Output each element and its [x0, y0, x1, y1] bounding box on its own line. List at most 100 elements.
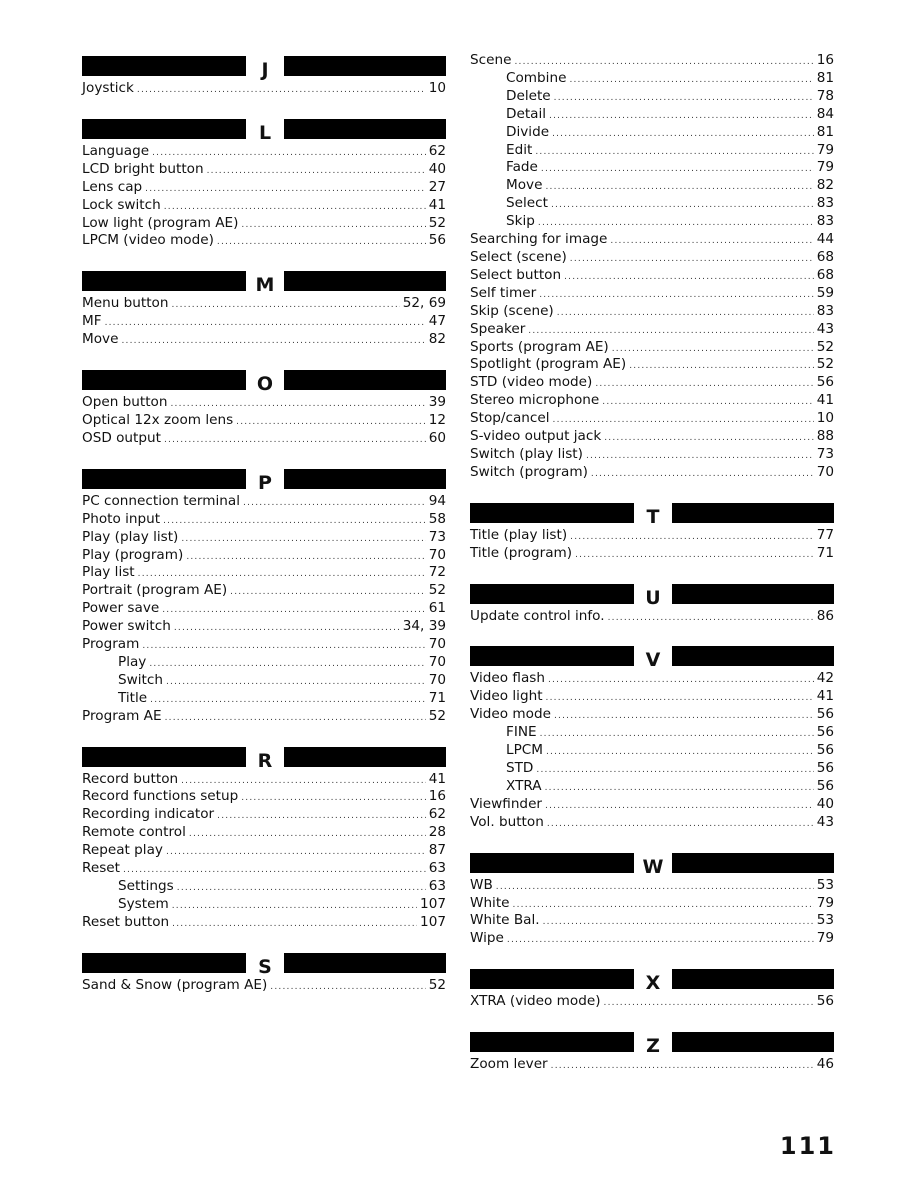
index-entry: Spotlight (program AE) 52 [470, 356, 834, 374]
entry-label: Optical 12x zoom lens [82, 411, 234, 428]
dot-leader [575, 550, 814, 560]
dot-leader [162, 605, 425, 615]
dot-leader [543, 917, 814, 927]
entry-page: 61 [428, 600, 446, 617]
entry-page: 81 [816, 123, 834, 140]
entry-label: Select button [470, 266, 562, 283]
header-bar-right [284, 746, 446, 767]
dot-leader [535, 147, 813, 157]
index-entry: WB 53 [470, 877, 834, 895]
index-entry: OSD output 60 [82, 430, 446, 448]
entry-label: Searching for image [470, 231, 608, 248]
dot-leader [541, 164, 814, 174]
section-letter: S [258, 955, 272, 978]
dot-leader [243, 498, 426, 508]
entry-label: Delete [506, 87, 551, 104]
section-letter: R [257, 749, 273, 772]
dot-leader [123, 865, 426, 875]
index-entry: Play (play list) 73 [82, 529, 446, 547]
entry-page: 56 [816, 760, 834, 776]
index-entry: Title (program) 71 [470, 545, 834, 563]
index-entry: LPCM (video mode) 56 [82, 232, 446, 250]
header-bar-left [470, 1032, 634, 1053]
entry-label: Record button [82, 770, 179, 787]
entry-label: System [118, 895, 169, 912]
entry-label: Settings [118, 878, 174, 894]
entry-page: 56 [816, 724, 834, 741]
section-header: R [82, 743, 446, 772]
dot-leader [170, 399, 425, 409]
index-subentry: Detail 84 [470, 106, 834, 124]
entry-label: Vol. button [470, 813, 544, 830]
index-subentry: Edit 79 [470, 142, 834, 160]
header-bar-right [284, 118, 446, 139]
entry-label: Skip [506, 213, 535, 230]
section-letter: Z [646, 1035, 660, 1058]
entry-page: 82 [428, 331, 446, 348]
section-header: J [82, 52, 446, 81]
entry-label: Edit [506, 141, 533, 158]
entry-label: Play [118, 653, 147, 670]
index-section: L Language 62 LCD bright button 40 Lens cap 27… [82, 115, 446, 250]
entry-label: Lens cap [82, 178, 143, 195]
entry-page: 79 [816, 159, 834, 176]
entry-label: Video light [470, 688, 543, 705]
index-subentry: System 107 [82, 896, 446, 914]
entry-label: Skip (scene) [470, 302, 554, 319]
dot-leader [189, 829, 426, 839]
dot-leader [174, 623, 400, 633]
dot-leader [540, 729, 814, 739]
entry-page: 59 [816, 284, 834, 301]
entry-label: LPCM (video mode) [82, 232, 214, 249]
index-entry: Power save 61 [82, 600, 446, 618]
entry-label: Reset [82, 860, 120, 877]
entry-label: Switch [118, 671, 163, 688]
entry-label: Program [82, 636, 140, 653]
section-header: V [470, 642, 834, 671]
entry-page: 40 [816, 795, 834, 812]
dot-leader [564, 272, 814, 282]
entry-label: Play list [82, 564, 135, 581]
entry-label: Detail [506, 105, 547, 122]
entry-page: 79 [816, 930, 834, 947]
entry-label: Lock switch [82, 196, 161, 213]
dot-leader [142, 641, 425, 651]
entry-page: 88 [816, 428, 834, 445]
entry-page: 53 [816, 876, 834, 893]
entry-label: WB [470, 876, 493, 893]
index-entry: Select (scene) 68 [470, 249, 834, 267]
entry-label: FINE [506, 724, 537, 741]
index-entry: White Bal. 53 [470, 912, 834, 930]
dot-leader [171, 300, 399, 310]
entry-label: OSD output [82, 429, 161, 446]
entry-label: Combine [506, 69, 567, 86]
section-header: L [82, 115, 446, 144]
index-entry: Stereo microphone 41 [470, 392, 834, 410]
index-entry: Joystick 10 [82, 80, 446, 98]
dot-leader [545, 182, 813, 192]
entry-page: 41 [816, 392, 834, 409]
header-bar-right [672, 583, 834, 604]
entry-page: 52 [428, 976, 446, 993]
page-number: 111 [779, 1132, 836, 1160]
dot-leader [270, 982, 425, 992]
entry-label: Spotlight (program AE) [470, 356, 627, 373]
entry-page: 16 [816, 52, 834, 68]
section-letter: U [645, 586, 661, 609]
entry-page: 81 [816, 69, 834, 86]
index-subentry: Select 83 [470, 195, 834, 213]
dot-leader [551, 200, 814, 210]
index-entry: Lens cap 27 [82, 179, 446, 197]
section-letter: X [645, 972, 661, 995]
entry-page: 73 [428, 528, 446, 545]
dot-leader [166, 847, 426, 857]
entry-page: 41 [428, 770, 446, 787]
index-entry: White 79 [470, 895, 834, 913]
entry-page: 41 [428, 196, 446, 213]
index-entry: Select button 68 [470, 267, 834, 285]
section-letter: O [256, 373, 274, 396]
entry-label: PC connection terminal [82, 492, 241, 509]
entry-label: Language [82, 142, 150, 159]
dot-leader [610, 236, 813, 246]
dot-leader [172, 901, 417, 911]
